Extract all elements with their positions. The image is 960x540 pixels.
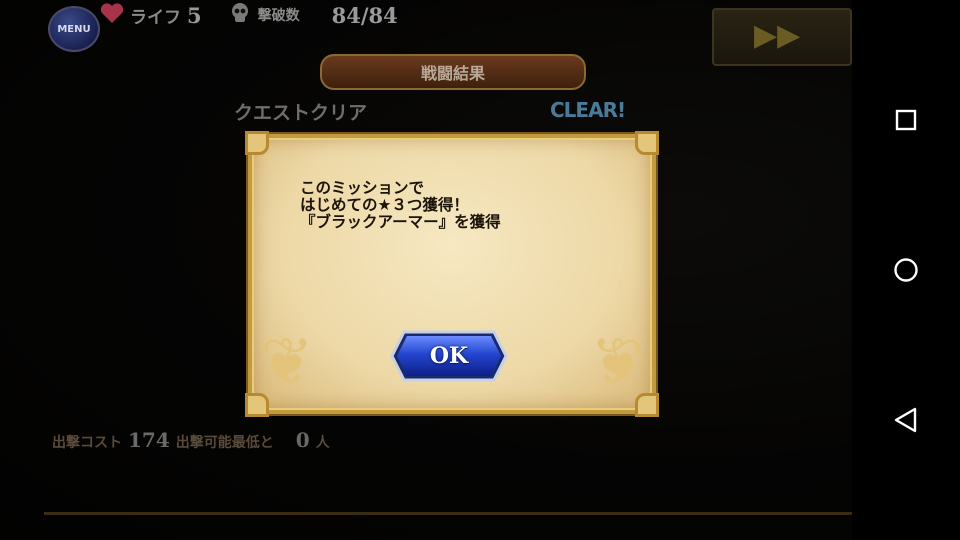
ok-button[interactable]: OK [390,330,508,382]
bottom-divider [44,512,852,515]
quest-clear-label: クエストクリア [234,102,368,124]
fast-forward-icon: ▶▶ [754,18,801,53]
life-label: ライフ [130,7,181,28]
recent-apps-button[interactable] [876,90,936,150]
frame-corner [635,131,659,155]
ok-label: OK [429,343,469,369]
back-button[interactable] [876,390,936,450]
sortie-cost-label: 出撃コスト [52,435,122,451]
results-title: 戦闘結果 [420,64,485,83]
home-icon [894,258,918,282]
ornament-swirl-icon: ❦ [260,325,314,399]
sortie-cost-line: 出撃コスト 174 出撃可能最低と 0 人 [52,428,330,452]
kills-label: 撃破数 [257,8,300,24]
skull-icon [228,1,252,29]
frame-corner [245,131,269,155]
menu-button[interactable]: MENU [48,6,100,52]
kills-value: 84/84 [331,2,398,28]
results-banner: 戦闘結果 [320,54,586,90]
recent-apps-icon [895,109,917,131]
life-value: 5 [187,2,202,28]
sortie-min-label: 出撃可能最低と [175,435,274,451]
back-icon [894,407,917,433]
home-button[interactable] [876,240,936,300]
clear-badge: CLEAR! [550,98,626,122]
status-hud: ライフ 5 撃破数 84/84 [100,2,398,28]
dialog-message: このミッションで はじめての★３つ獲得！ 『ブラックアーマー』を獲得 [300,180,501,231]
ornament-swirl-icon: ❦ [590,325,644,399]
heart-icon [100,2,124,28]
sortie-cost-value: 174 [128,428,170,452]
message-line: 『ブラックアーマー』を獲得 [300,213,501,231]
android-nav-bar [852,0,960,540]
message-line: このミッションで [300,179,425,197]
sortie-min-value: 0 [295,428,310,452]
message-line: はじめての★３つ獲得！ [300,196,469,214]
mission-reward-dialog: ❦ ❦ このミッションで はじめての★３つ獲得！ 『ブラックアーマー』を獲得 O… [245,131,659,417]
fast-forward-button[interactable]: ▶▶ [712,8,852,66]
sortie-min-unit: 人 [315,435,330,451]
